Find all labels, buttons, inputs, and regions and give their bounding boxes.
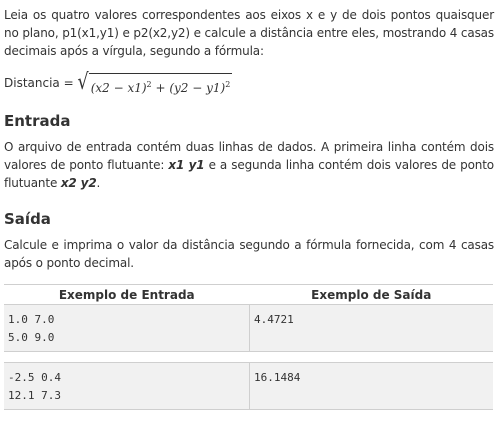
entrada-paragraph: O arquivo de entrada contém duas linhas …	[4, 138, 494, 192]
entrada-text-after: .	[96, 176, 101, 190]
example-output: 4.4721	[249, 304, 493, 352]
formula-radicand: (x2 − x1)2 + (y2 − y1)2	[88, 72, 233, 97]
square-root: √ (x2 − x1)2 + (y2 − y1)2	[76, 70, 233, 97]
input-line: 5.0 9.0	[8, 331, 55, 344]
input-line: 1.0 7.0	[8, 313, 55, 326]
example-output: 16.1484	[249, 362, 493, 410]
input-line: 12.1 7.3	[8, 389, 61, 402]
problem-statement: Leia os quatro valores correspondentes a…	[4, 6, 494, 410]
formula-label: Distancia =	[4, 76, 74, 90]
exponent-2: 2	[225, 79, 231, 89]
example-input: -2.5 0.4 12.1 7.3	[4, 362, 250, 410]
header-output: Exemplo de Saída	[249, 284, 493, 305]
example-row: 1.0 7.0 5.0 9.0 4.4721	[4, 304, 493, 352]
examples-section: Exemplo de Entrada Exemplo de Saída 1.0 …	[4, 284, 494, 410]
input-line: -2.5 0.4	[8, 371, 61, 384]
entrada-em-1: x1 y1	[168, 158, 205, 172]
distance-formula: Distancia = √ (x2 − x1)2 + (y2 − y1)2	[4, 68, 494, 98]
examples-table-1: Exemplo de Entrada Exemplo de Saída 1.0 …	[4, 284, 493, 352]
intro-paragraph: Leia os quatro valores correspondentes a…	[4, 8, 494, 58]
example-row: -2.5 0.4 12.1 7.3 16.1484	[4, 362, 493, 410]
examples-header-row: Exemplo de Entrada Exemplo de Saída	[4, 284, 493, 305]
saida-heading: Saída	[4, 210, 51, 228]
sqrt-sign-icon: √	[77, 69, 89, 95]
example-input: 1.0 7.0 5.0 9.0	[4, 304, 250, 352]
entrada-em-2: x2 y2	[60, 176, 97, 190]
examples-table-2: -2.5 0.4 12.1 7.3 16.1484	[4, 362, 493, 410]
header-input: Exemplo de Entrada	[4, 284, 250, 305]
entrada-heading: Entrada	[4, 112, 71, 130]
radicand-y-term: + (y2 − y1)	[151, 80, 226, 95]
saida-paragraph: Calcule e imprima o valor da distância s…	[4, 238, 494, 270]
radicand-x-term: (x2 − x1)	[90, 80, 147, 95]
